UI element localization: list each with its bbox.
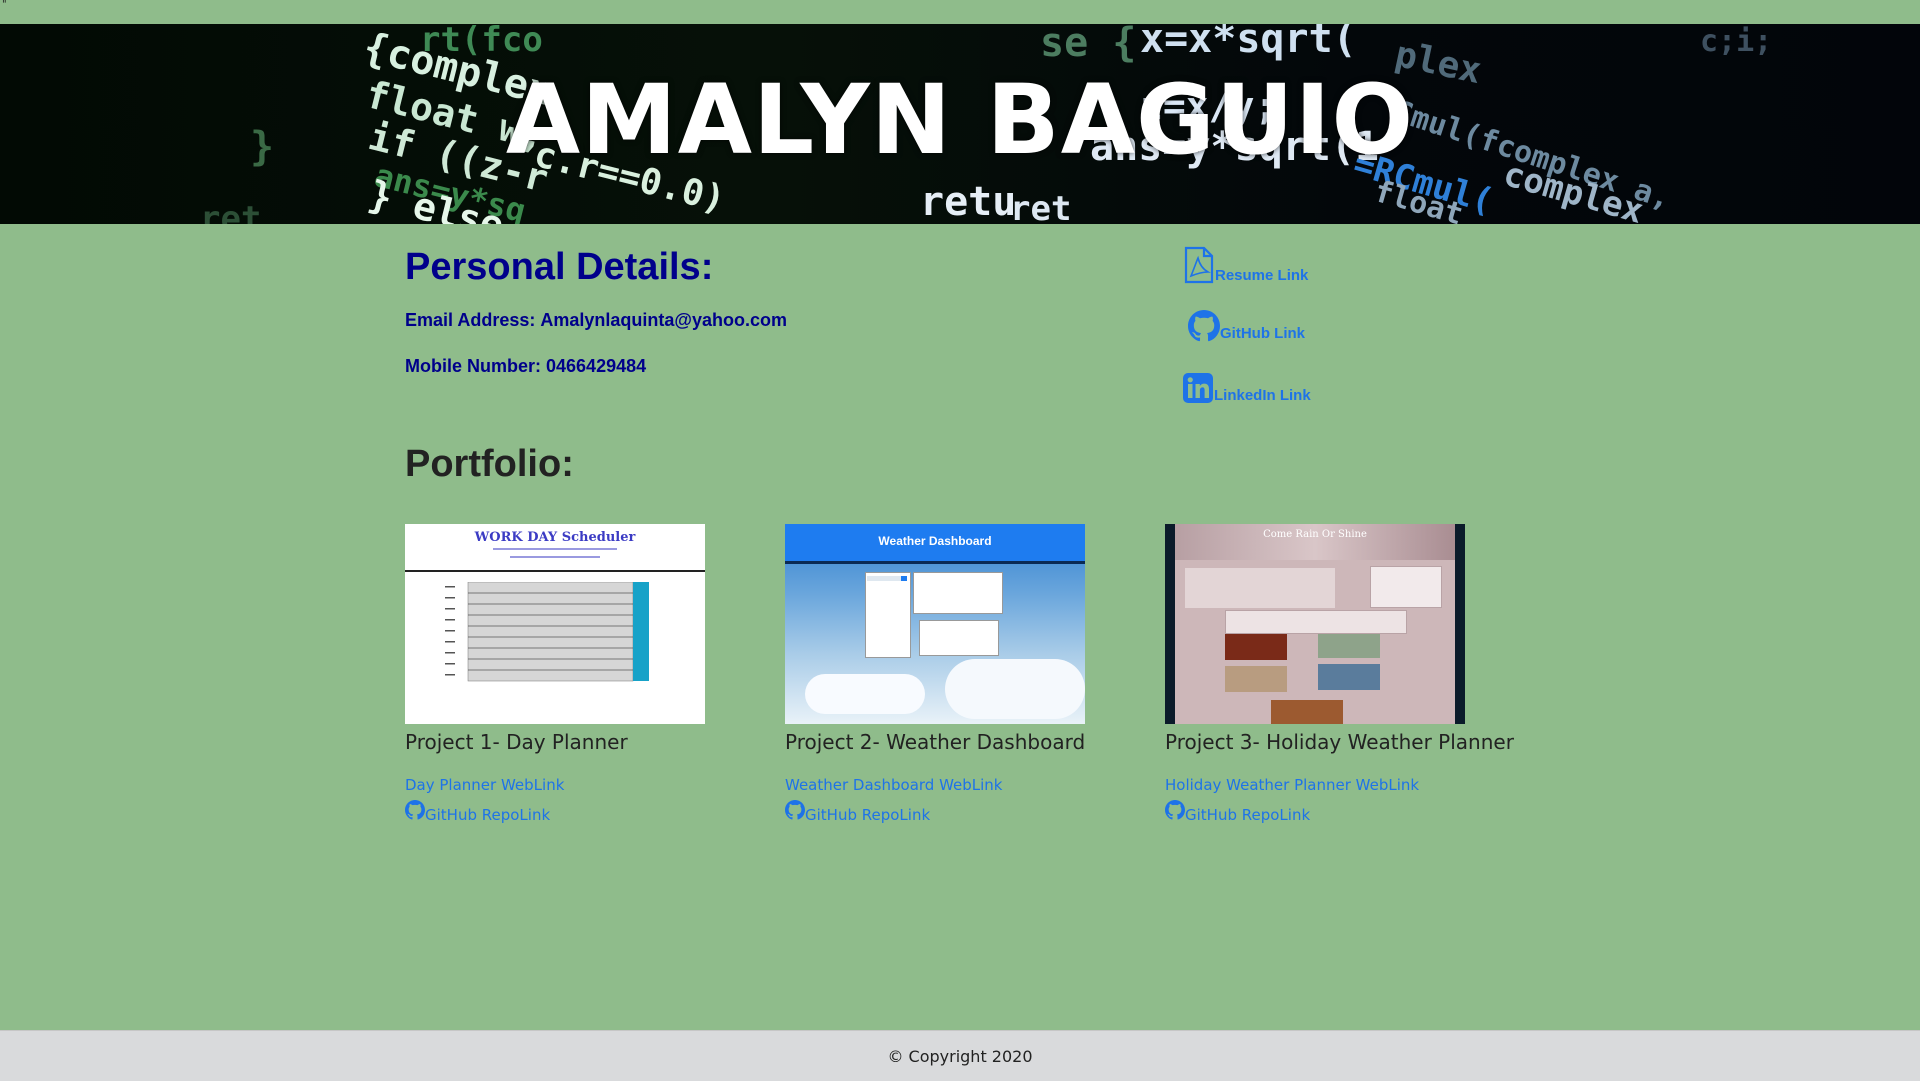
project-title: Project 1- Day Planner [405, 730, 628, 754]
project-thumbnail[interactable]: Weather Dashboard [785, 524, 1085, 724]
project-card: Weather Dashboard Project 2- Weather Das… [785, 524, 1165, 824]
project-web-link[interactable]: Holiday Weather Planner WebLink [1165, 776, 1545, 794]
project-thumbnail[interactable]: WORK DAY Scheduler [405, 524, 705, 724]
email-line: Email Address: Amalynlaquinta@yahoo.com [405, 310, 787, 331]
project-web-link[interactable]: Day Planner WebLink [405, 776, 785, 794]
repo-link-label: GitHub RepoLink [1185, 806, 1311, 824]
resume-link-label: Resume Link [1215, 267, 1309, 284]
mobile-label: Mobile Number: [405, 356, 542, 376]
project-title: Project 3- Holiday Weather Planner [1165, 730, 1514, 754]
github-icon [405, 800, 425, 824]
mobile-line: Mobile Number: 0466429484 [405, 356, 646, 377]
email-value: Amalynlaquinta@yahoo.com [540, 310, 787, 330]
project-web-link[interactable]: Weather Dashboard WebLink [785, 776, 1165, 794]
project-card: Come Rain Or Shine Project 3- Holiday We… [1165, 524, 1545, 824]
project-repo-link[interactable]: GitHub RepoLink [405, 800, 785, 824]
stray-mark: " [2, 0, 7, 10]
linkedin-link-label: LinkedIn Link [1214, 387, 1311, 404]
page-title: AMALYN BAGUIO [505, 64, 1415, 176]
personal-details-heading: Personal Details: [405, 246, 714, 288]
github-profile-link[interactable]: GitHub Link [1188, 310, 1305, 342]
repo-link-label: GitHub RepoLink [805, 806, 931, 824]
github-link-label: GitHub Link [1220, 325, 1305, 342]
linkedin-link[interactable]: LinkedIn Link [1182, 372, 1311, 404]
header-banner: {complex float w; if ((z-r ans=y*sq } el… [0, 24, 1920, 224]
github-icon [785, 800, 805, 824]
thumbnail-heading: Come Rain Or Shine [1263, 529, 1367, 540]
project-card: WORK DAY Scheduler Project 1- Day Planne… [405, 524, 785, 824]
github-icon [1188, 310, 1220, 342]
pdf-file-icon [1183, 246, 1215, 284]
repo-link-label: GitHub RepoLink [425, 806, 551, 824]
project-thumbnail[interactable]: Come Rain Or Shine [1165, 524, 1465, 724]
thumbnail-heading: WORK DAY Scheduler [474, 530, 636, 545]
thumbnail-heading: Weather Dashboard [878, 534, 992, 548]
project-repo-link[interactable]: GitHub RepoLink [785, 800, 1165, 824]
portfolio-heading: Portfolio: [405, 443, 574, 485]
copyright-text: © Copyright 2020 [887, 1046, 1033, 1066]
mobile-value: 0466429484 [546, 356, 647, 376]
github-icon [1165, 800, 1185, 824]
resume-link[interactable]: Resume Link [1183, 246, 1308, 284]
linkedin-icon [1182, 372, 1214, 404]
email-label: Email Address: [405, 310, 536, 330]
project-title: Project 2- Weather Dashboard [785, 730, 1086, 754]
project-repo-link[interactable]: GitHub RepoLink [1165, 800, 1545, 824]
footer: © Copyright 2020 [0, 1030, 1920, 1081]
